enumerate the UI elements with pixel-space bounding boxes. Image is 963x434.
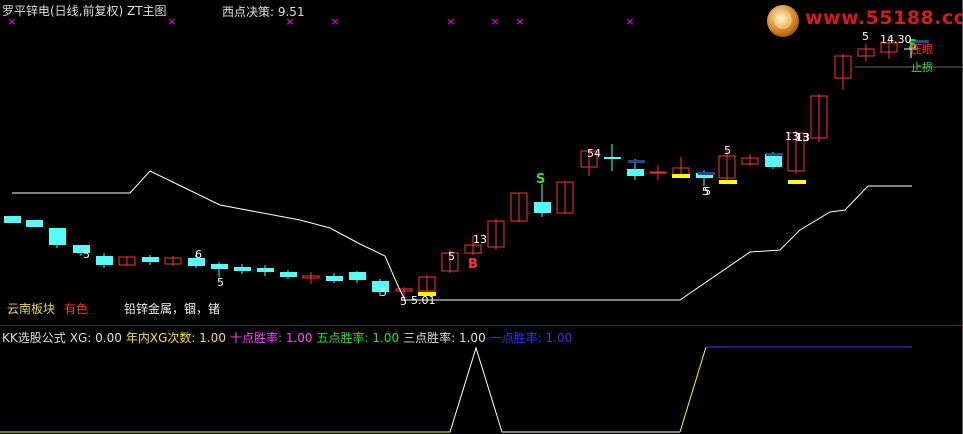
three-point-rate: 三点胜率: 1.00 (403, 331, 486, 345)
indicator-title-bar: KK选股公式 XG: 0.00 年内XG次数: 1.00 十点胜率: 1.00 五点胜率… (2, 329, 576, 346)
indicator-chart[interactable] (0, 0, 963, 434)
lower-yellow-rise (679, 346, 707, 433)
xg-value: XG: 0.00 (69, 331, 122, 345)
five-point-rate: 五点胜率: 1.00 (316, 331, 400, 345)
ten-point-rate: 十点胜率: 1.00 (229, 331, 313, 345)
one-point-rate: 一点胜率: 1.00 (489, 331, 573, 345)
lower-white-line (0, 346, 680, 433)
indicator-name: KK选股公式 (2, 331, 66, 345)
year-xg-count: 年内XG次数: 1.00 (125, 331, 226, 345)
